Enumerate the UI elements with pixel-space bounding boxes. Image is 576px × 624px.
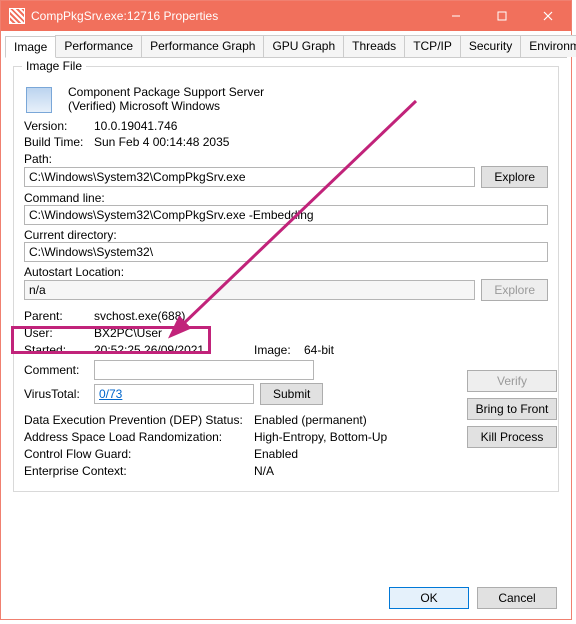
submit-button[interactable]: Submit: [260, 383, 323, 405]
parent-label: Parent:: [24, 309, 94, 323]
path-field[interactable]: [24, 167, 475, 187]
titlebar[interactable]: CompPkgSrv.exe:12716 Properties: [1, 1, 571, 31]
explore-autostart-button: Explore: [481, 279, 548, 301]
dep-label: Data Execution Prevention (DEP) Status:: [24, 413, 254, 427]
path-label: Path:: [24, 152, 548, 166]
cfg-label: Control Flow Guard:: [24, 447, 254, 461]
dep-value: Enabled (permanent): [254, 413, 367, 427]
parent-value: svchost.exe(688): [94, 309, 185, 323]
started-label: Started:: [24, 343, 94, 357]
ent-value: N/A: [254, 464, 274, 478]
cmdline-label: Command line:: [24, 191, 548, 205]
cancel-button[interactable]: Cancel: [477, 587, 557, 609]
virustotal-link[interactable]: 0/73: [99, 385, 122, 403]
explore-path-button[interactable]: Explore: [481, 166, 548, 188]
tab-security[interactable]: Security: [460, 35, 521, 57]
comment-label: Comment:: [24, 363, 94, 377]
imagearch-value: 64-bit: [304, 343, 334, 357]
verify-button: Verify: [467, 370, 557, 392]
tab-tcpip[interactable]: TCP/IP: [404, 35, 461, 57]
bring-to-front-button[interactable]: Bring to Front: [467, 398, 557, 420]
curdir-label: Current directory:: [24, 228, 548, 242]
tab-strip: Image Performance Performance Graph GPU …: [5, 35, 567, 58]
version-value: 10.0.19041.746: [94, 119, 177, 133]
tab-image[interactable]: Image: [5, 36, 56, 58]
aslr-value: High-Entropy, Bottom-Up: [254, 430, 387, 444]
buildtime-label: Build Time:: [24, 135, 94, 149]
started-value: 20:52:25 26/09/2021: [94, 343, 254, 357]
file-signer: (Verified) Microsoft Windows: [68, 99, 264, 113]
file-description: Component Package Support Server: [68, 85, 264, 99]
dialog-footer: OK Cancel: [389, 587, 557, 609]
curdir-field[interactable]: [24, 242, 548, 262]
properties-window: CompPkgSrv.exe:12716 Properties Image Pe…: [0, 0, 572, 620]
buildtime-value: Sun Feb 4 00:14:48 2035: [94, 135, 229, 149]
group-legend: Image File: [22, 59, 86, 73]
aslr-label: Address Space Load Randomization:: [24, 430, 254, 444]
tab-threads[interactable]: Threads: [343, 35, 405, 57]
tab-environment[interactable]: Environment: [520, 35, 576, 57]
tab-content: Image File Component Package Support Ser…: [1, 58, 571, 506]
kill-process-button[interactable]: Kill Process: [467, 426, 557, 448]
tab-gpu-graph[interactable]: GPU Graph: [263, 35, 344, 57]
maximize-button[interactable]: [479, 1, 525, 31]
file-icon: [26, 87, 52, 113]
cmdline-field[interactable]: [24, 205, 548, 225]
minimize-button[interactable]: [433, 1, 479, 31]
cfg-value: Enabled: [254, 447, 298, 461]
virustotal-label: VirusTotal:: [24, 387, 94, 401]
comment-field[interactable]: [94, 360, 314, 380]
autostart-field[interactable]: [24, 280, 475, 300]
window-title: CompPkgSrv.exe:12716 Properties: [31, 9, 433, 23]
tab-performance-graph[interactable]: Performance Graph: [141, 35, 264, 57]
ent-label: Enterprise Context:: [24, 464, 254, 478]
imagearch-label: Image:: [254, 343, 304, 357]
close-button[interactable]: [525, 1, 571, 31]
version-label: Version:: [24, 119, 94, 133]
autostart-label: Autostart Location:: [24, 265, 548, 279]
ok-button[interactable]: OK: [389, 587, 469, 609]
user-label: User:: [24, 326, 94, 340]
user-value: BX2PC\User: [94, 326, 162, 340]
tab-performance[interactable]: Performance: [55, 35, 142, 57]
app-icon: [9, 8, 25, 24]
